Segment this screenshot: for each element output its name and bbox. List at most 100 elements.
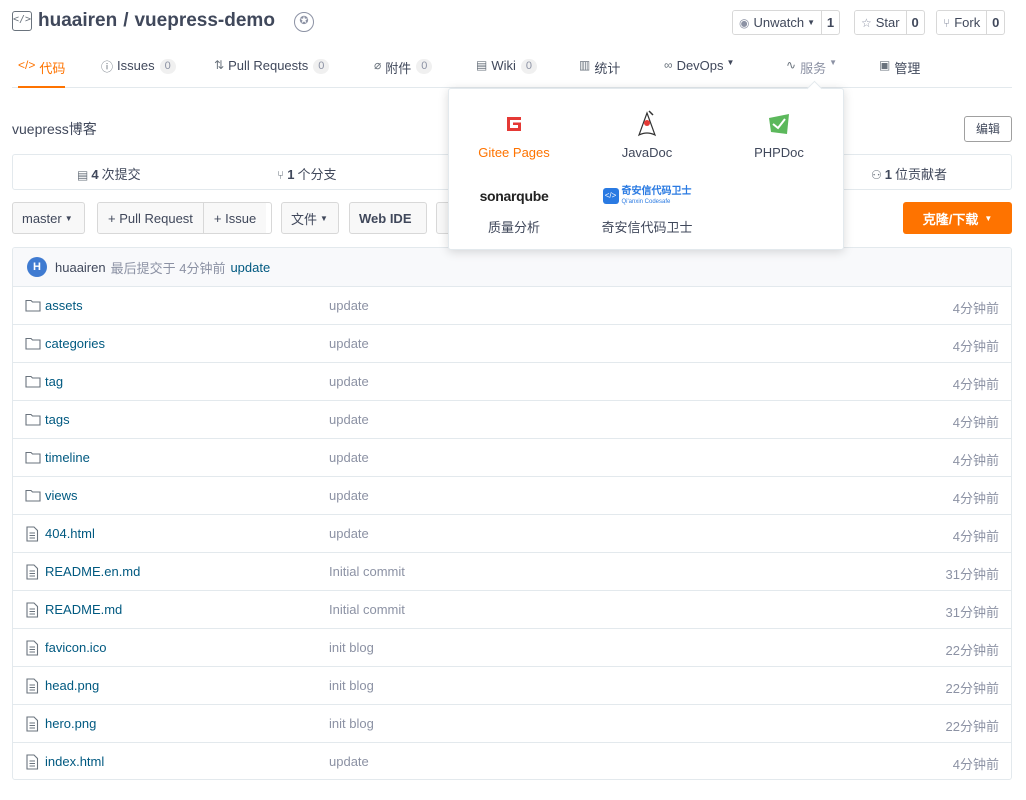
tab-devops[interactable]: ∞ DevOps ▼ <box>664 58 734 88</box>
fork-button[interactable]: ⑂ Fork <box>937 11 987 34</box>
file-name-link[interactable]: categories <box>45 336 105 351</box>
service-gitee-pages[interactable]: Gitee Pages <box>459 107 569 160</box>
folder-icon <box>25 488 41 502</box>
new-pull-request-button[interactable]: + Pull Request <box>98 203 203 233</box>
clone-download-button[interactable]: 克隆/下载 ▼ <box>903 202 1012 234</box>
service-sonarqube[interactable]: sonarqube 质量分析 <box>459 179 569 236</box>
file-commit-message[interactable]: update <box>329 488 369 503</box>
file-name-link[interactable]: hero.png <box>45 716 96 731</box>
file-row[interactable]: tag update 4分钟前 <box>13 363 1011 401</box>
file-name-link[interactable]: tags <box>45 412 70 427</box>
web-ide-button[interactable]: Web IDE <box>349 202 427 234</box>
file-name-link[interactable]: timeline <box>45 450 90 465</box>
tab-manage[interactable]: ▣ 管理 <box>879 58 920 88</box>
contributors-stat[interactable]: ⚇ 1 位贡献者 <box>871 164 947 183</box>
file-name-link[interactable]: index.html <box>45 754 104 769</box>
file-name-link[interactable]: head.png <box>45 678 99 693</box>
tab-label: 统计 <box>594 61 621 76</box>
issue-icon: ⓘ <box>101 60 114 74</box>
file-row[interactable]: README.md Initial commit 31分钟前 <box>13 591 1011 629</box>
file-commit-message[interactable]: Initial commit <box>329 564 405 579</box>
file-commit-message[interactable]: init blog <box>329 678 374 693</box>
file-name-link[interactable]: views <box>45 488 78 503</box>
file-icon <box>25 564 41 580</box>
branches-stat[interactable]: ⑂ 1 个分支 <box>277 164 336 183</box>
file-row[interactable]: categories update 4分钟前 <box>13 325 1011 363</box>
files-label: 文件 <box>291 211 318 227</box>
file-row[interactable]: tags update 4分钟前 <box>13 401 1011 439</box>
file-commit-message[interactable]: init blog <box>329 716 374 731</box>
file-commit-message[interactable]: init blog <box>329 640 374 655</box>
file-row[interactable]: favicon.ico init blog 22分钟前 <box>13 629 1011 667</box>
file-row[interactable]: timeline update 4分钟前 <box>13 439 1011 477</box>
file-row[interactable]: views update 4分钟前 <box>13 477 1011 515</box>
file-row[interactable]: head.png init blog 22分钟前 <box>13 667 1011 705</box>
file-commit-message[interactable]: update <box>329 450 369 465</box>
pull-request-icon: ⇅ <box>214 58 225 72</box>
tab-pull-requests[interactable]: ⇅ Pull Requests 0 <box>214 58 330 88</box>
code-icon: </> <box>18 58 36 72</box>
files-dropdown[interactable]: 文件 ▼ <box>281 202 339 234</box>
file-commit-message[interactable]: update <box>329 374 369 389</box>
file-commit-message[interactable]: update <box>329 412 369 427</box>
file-icon <box>25 602 41 618</box>
file-commit-time: 22分钟前 <box>945 719 999 734</box>
file-commit-message[interactable]: update <box>329 298 369 313</box>
watch-count[interactable]: 1 <box>820 11 839 34</box>
book-icon: ▤ <box>476 58 488 72</box>
file-list: assets update 4分钟前 categories update 4分钟前 tag u… <box>13 287 1011 779</box>
star-count[interactable]: 0 <box>905 11 924 34</box>
repo-description: vuepress博客 <box>12 121 97 137</box>
file-name-link[interactable]: favicon.ico <box>45 640 106 655</box>
branch-select[interactable]: master ▼ <box>12 202 85 234</box>
repo-owner-link[interactable]: huaairen <box>38 10 117 31</box>
file-row[interactable]: README.en.md Initial commit 31分钟前 <box>13 553 1011 591</box>
repo-name-link[interactable]: vuepress-demo <box>134 10 274 31</box>
star-button[interactable]: ☆ Star <box>855 11 906 34</box>
file-row[interactable]: assets update 4分钟前 <box>13 287 1011 325</box>
file-name-link[interactable]: README.en.md <box>45 564 140 579</box>
file-commit-message[interactable]: update <box>329 526 369 541</box>
fork-label: Fork <box>954 15 981 30</box>
clone-label: 克隆/下载 <box>922 211 979 227</box>
service-phpdoc[interactable]: PHPDoc <box>724 107 834 160</box>
file-name-link[interactable]: assets <box>45 298 83 313</box>
recommend-badge-icon[interactable]: ✪ <box>294 12 314 32</box>
file-icon <box>25 716 41 732</box>
file-name-link[interactable]: tag <box>45 374 63 389</box>
file-commit-message[interactable]: Initial commit <box>329 602 405 617</box>
shield-icon: </> <box>602 188 619 204</box>
commit-author[interactable]: huaairen <box>55 260 106 275</box>
tab-label: 服务 <box>800 61 827 76</box>
tab-issues[interactable]: ⓘ Issues 0 <box>101 58 176 88</box>
service-javadoc[interactable]: JavaDoc <box>592 107 702 160</box>
fork-count[interactable]: 0 <box>986 11 1004 34</box>
file-commit-message[interactable]: update <box>329 336 369 351</box>
settings-doc-icon: ▣ <box>879 58 891 72</box>
watch-button-group: ◉ Unwatch ▼ 1 <box>732 10 840 35</box>
service-qianxin-codesafe[interactable]: </> 奇安信代码卫士 Qi'anxin Codesafe 奇安信代码卫士 <box>585 179 709 236</box>
tab-wiki[interactable]: ▤ Wiki 0 <box>476 58 538 88</box>
commits-stat[interactable]: ▤ 4 次提交 <box>77 164 141 183</box>
unwatch-label: Unwatch <box>753 15 805 30</box>
branches-label: 个分支 <box>297 167 337 182</box>
file-row[interactable]: hero.png init blog 22分钟前 <box>13 705 1011 743</box>
tab-statistics[interactable]: ▥ 统计 <box>579 58 620 88</box>
file-row[interactable]: 404.html update 4分钟前 <box>13 515 1011 553</box>
new-issue-button[interactable]: + Issue <box>202 203 267 233</box>
file-name-link[interactable]: 404.html <box>45 526 95 541</box>
pulse-icon: ∿ <box>786 58 797 72</box>
file-commit-time: 31分钟前 <box>945 605 999 620</box>
paperclip-icon: ⌀ <box>374 58 382 72</box>
file-name-link[interactable]: README.md <box>45 602 122 617</box>
file-commit-message[interactable]: update <box>329 754 369 769</box>
unwatch-button[interactable]: ◉ Unwatch ▼ <box>733 11 821 34</box>
tab-attachments[interactable]: ⌀ 附件 0 <box>374 58 433 88</box>
avatar[interactable]: H <box>27 257 47 277</box>
commit-message[interactable]: update <box>230 260 270 275</box>
file-row[interactable]: index.html update 4分钟前 <box>13 743 1011 779</box>
repo-header: </> huaairen / vuepress-demo ✪ ◉ Unwatch ▼ 1… <box>12 8 1012 38</box>
tab-label: 代码 <box>39 61 66 76</box>
tab-code[interactable]: </> 代码 <box>18 58 66 88</box>
edit-description-button[interactable]: 编辑 <box>964 116 1012 142</box>
